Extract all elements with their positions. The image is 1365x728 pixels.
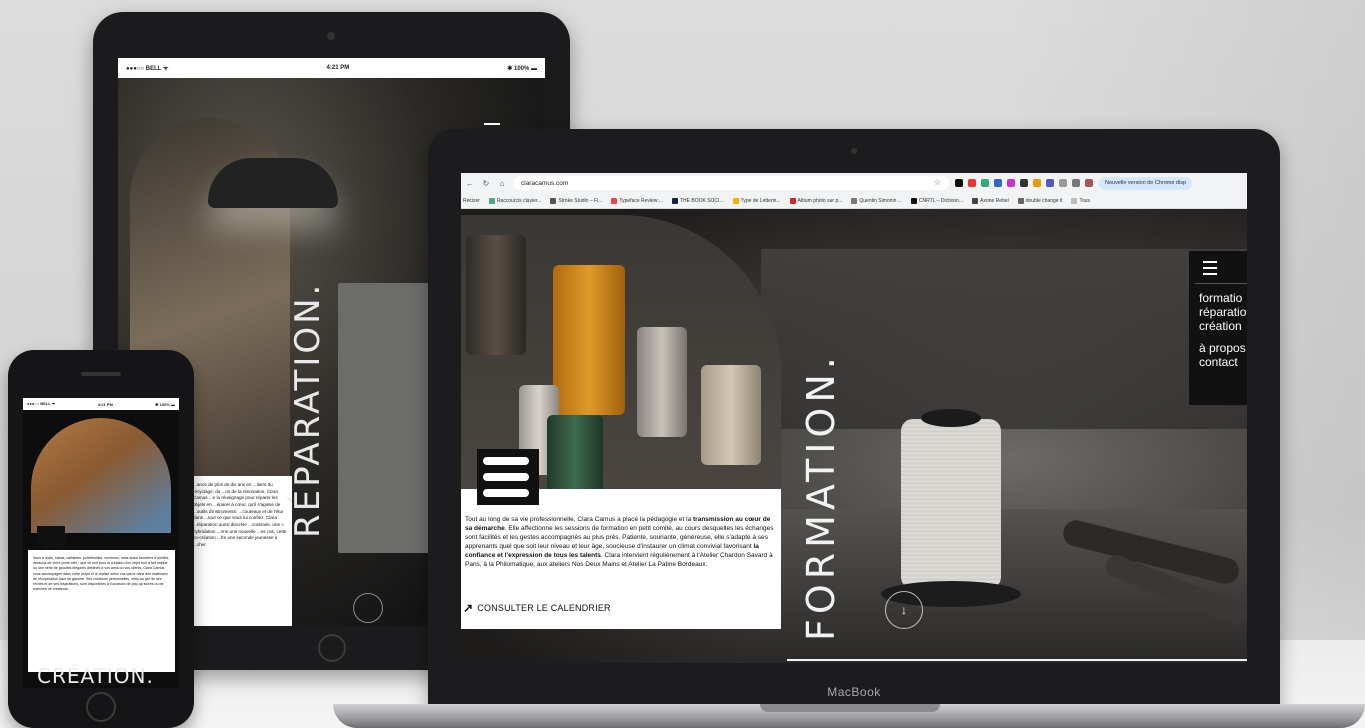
back-icon[interactable]: ←: [465, 179, 475, 188]
menu-item-reparation[interactable]: réparatio: [1199, 305, 1246, 319]
site-logo[interactable]: [477, 449, 539, 505]
extension-icon[interactable]: [994, 179, 1002, 187]
section-title: FORMATION.: [799, 352, 843, 641]
phone-logo: [37, 526, 65, 550]
arrow-up-right-icon: ↗: [463, 601, 474, 615]
calendar-link-label: CONSULTER LE CALENDRIER: [477, 603, 611, 613]
browser-toolbar: ← ↻ ⌂ claracamus.com ☆ Nouvelle version …: [461, 173, 1247, 193]
extension-icon[interactable]: [1046, 179, 1054, 187]
bookmark-item[interactable]: double change it: [1017, 198, 1062, 204]
reload-icon[interactable]: ↻: [481, 179, 491, 188]
thread-spool-photo: [901, 419, 1001, 589]
calendar-link[interactable]: ↗ CONSULTER LE CALENDRIER: [463, 601, 611, 615]
bookmark-item[interactable]: Axone Rebel: [972, 198, 1009, 204]
arrow-down-icon: ↓: [901, 603, 907, 617]
phone-device: ●●●○○ BELL ᯤ 4:21 PM ✱ 100% ▬ Sacs à mai…: [8, 350, 194, 728]
bookmark-item[interactable]: Typeface Review:...: [611, 198, 663, 204]
bookmark-folder[interactable]: Tous: [1071, 198, 1090, 204]
phone-carrier: ●●●○○ BELL ᯤ: [27, 401, 56, 406]
body-text: . Elle affectionne les sessions de forma…: [465, 525, 774, 551]
tablet-status-bar: ●●●○○ BELL ᯤ 4:21 PM ✱ 100% ▬: [118, 58, 545, 78]
phone-screen: ●●●○○ BELL ᯤ 4:21 PM ✱ 100% ▬ Sacs à mai…: [23, 398, 179, 688]
extension-icon[interactable]: [1059, 179, 1067, 187]
extension-icon[interactable]: [955, 179, 963, 187]
bookmark-item[interactable]: Stroke Studio – Fi...: [550, 198, 602, 204]
tablet-carrier: ●●●○○ BELL ᯤ: [126, 66, 169, 72]
phone-speaker: [81, 372, 121, 376]
divider-line: [787, 659, 1247, 661]
menu-item-contact[interactable]: contact: [1199, 355, 1246, 369]
tablet-home-button: [318, 634, 346, 662]
phone-battery: ✱ 100% ▬: [155, 401, 175, 407]
jar-photo: [553, 265, 625, 415]
bookmark-item[interactable]: Quentin Simonin ...: [851, 198, 902, 204]
address-bar[interactable]: claracamus.com ☆: [513, 176, 949, 190]
home-icon[interactable]: ⌂: [497, 179, 507, 188]
tablet-time: 4:21 PM: [326, 65, 350, 71]
bookmark-item[interactable]: Raccourcis clavier...: [488, 198, 541, 204]
tablet-section-title: RÉPARATION.: [288, 281, 328, 538]
extension-icon[interactable]: [1033, 179, 1041, 187]
jar-photo: [637, 327, 687, 437]
jar-photo: [547, 415, 603, 489]
arch-photo: [461, 215, 781, 489]
extension-icon[interactable]: [1072, 179, 1080, 187]
extension-icon[interactable]: [1007, 179, 1015, 187]
menu-item-a-propos[interactable]: à propos: [1199, 341, 1246, 355]
profile-avatar[interactable]: [1085, 179, 1093, 187]
bookmark-item[interactable]: Type de Letterin...: [732, 198, 781, 204]
menu-divider: [1195, 283, 1247, 284]
phone-status-bar: ●●●○○ BELL ᯤ 4:21 PM ✱ 100% ▬: [23, 398, 179, 410]
bookmark-item[interactable]: CNRTL – Dictionn...: [910, 198, 963, 204]
laptop-brand-label: MacBook: [827, 685, 881, 699]
url-text: claracamus.com: [521, 179, 569, 187]
menu-item-creation[interactable]: création: [1199, 319, 1246, 333]
extensions-bar: [955, 179, 1093, 187]
extension-icon[interactable]: [968, 179, 976, 187]
hamburger-icon[interactable]: [1203, 261, 1217, 275]
phone-section-title: CRÉATION.: [37, 664, 154, 688]
laptop-screen: ← ↻ ⌂ claracamus.com ☆ Nouvelle version …: [461, 173, 1247, 663]
extension-icon[interactable]: [981, 179, 989, 187]
bookmark-item[interactable]: Album photo sur p...: [789, 198, 842, 204]
laptop-camera: [851, 148, 857, 154]
laptop-notch: [760, 704, 940, 712]
bookmark-item[interactable]: Recizer: [463, 198, 480, 204]
scroll-down-button[interactable]: ↓: [885, 591, 923, 629]
phone-arch-photo: [31, 418, 171, 533]
tablet-lamp: [208, 158, 338, 208]
laptop-device: ← ↻ ⌂ claracamus.com ☆ Nouvelle version …: [428, 129, 1280, 714]
browser-chrome: ← ↻ ⌂ claracamus.com ☆ Nouvelle version …: [461, 173, 1247, 209]
bookmarks-bar: Recizer Raccourcis clavier... Stroke Stu…: [461, 193, 1247, 209]
nav-menu: formatio réparatio création à propos con…: [1189, 251, 1247, 405]
body-text: Tout au long de sa vie professionnelle, …: [465, 516, 694, 523]
extension-icon[interactable]: [1020, 179, 1028, 187]
spool-top: [921, 409, 981, 427]
jar-photo: [466, 235, 526, 355]
phone-home-button: [86, 692, 116, 722]
phone-time: 4:21 PM: [97, 401, 113, 407]
menu-item-formation[interactable]: formatio: [1199, 291, 1246, 305]
tablet-camera: [327, 32, 335, 40]
bookmark-item[interactable]: THE BOOK SOCI...: [671, 198, 724, 204]
jar-photo: [701, 365, 761, 465]
website-page: Tout au long de sa vie professionnelle, …: [461, 209, 1247, 663]
tablet-scroll-button[interactable]: [353, 593, 383, 623]
phone-text-card: Sacs à main, cabas, cartables, portefeui…: [28, 550, 175, 672]
menu-list: formatio réparatio création à propos con…: [1199, 291, 1246, 369]
chrome-update-button[interactable]: Nouvelle version de Chrome disp: [1099, 176, 1193, 190]
tablet-battery: ✱ 100% ▬: [507, 65, 537, 72]
bookmark-star-icon[interactable]: ☆: [934, 178, 941, 187]
